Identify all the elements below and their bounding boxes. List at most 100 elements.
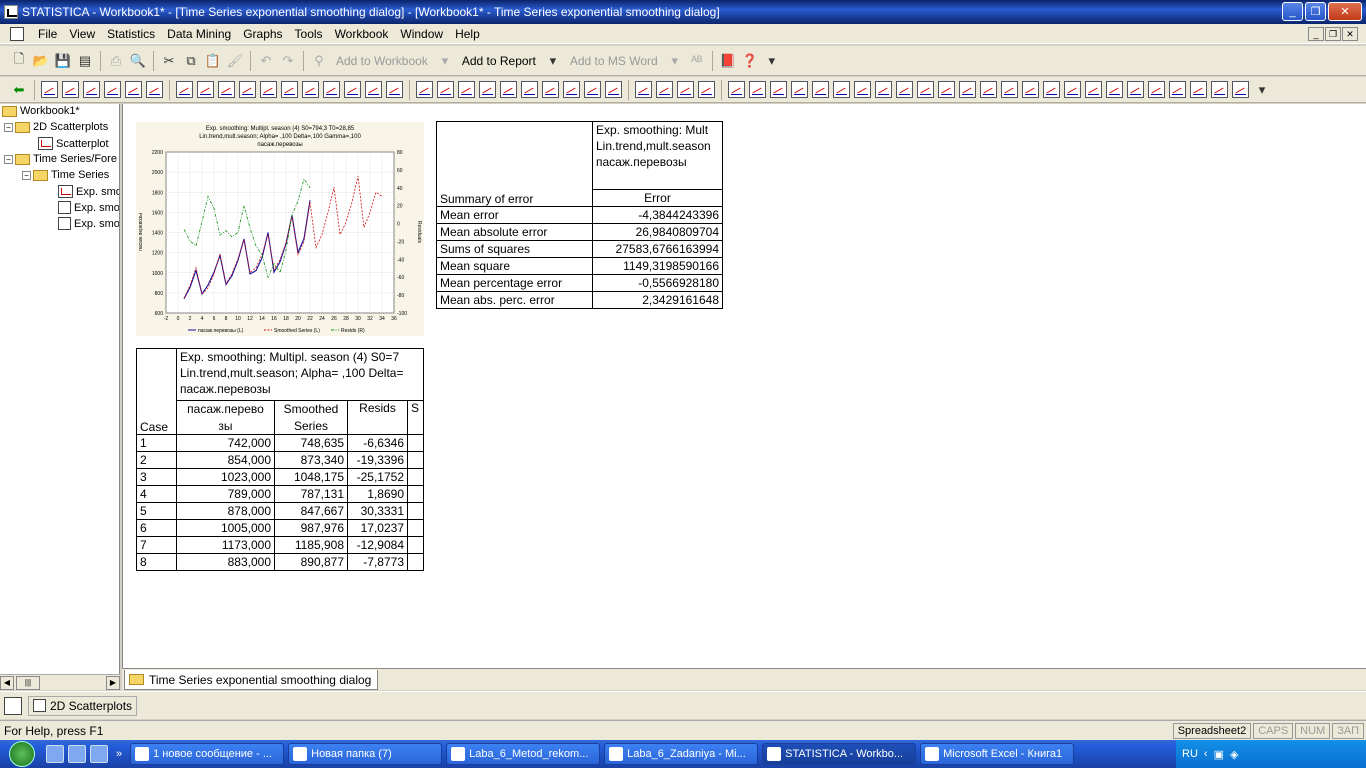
cell-extra[interactable] <box>407 485 424 503</box>
tree-leaf-exp-cases[interactable]: Exp. smo <box>58 217 119 230</box>
media-player-icon[interactable] <box>90 745 108 763</box>
summary-row-value[interactable]: 2,3429161648 <box>592 291 723 309</box>
graph-icon[interactable] <box>281 81 298 98</box>
cell-extra[interactable] <box>407 451 424 469</box>
graph-icon[interactable] <box>1127 81 1144 98</box>
exp-smoothing-graph[interactable]: Exp. smoothing: Multipl. season (4) S0=7… <box>136 122 424 336</box>
help-pointer-icon[interactable]: ❓ <box>741 52 759 70</box>
graph-icon[interactable] <box>386 81 403 98</box>
chevron-down-icon[interactable]: ▾ <box>436 52 454 70</box>
save-icon[interactable]: 💾 <box>54 52 72 70</box>
menu-workbook[interactable]: Workbook <box>329 27 395 41</box>
tree-leaf-scatterplot[interactable]: Scatterplot <box>38 137 109 150</box>
graph-icon[interactable] <box>197 81 214 98</box>
graph-icon[interactable] <box>563 81 580 98</box>
print-preview-icon[interactable]: 🔍 <box>129 52 147 70</box>
minimize-button[interactable]: _ <box>1282 2 1303 21</box>
add-to-msword-button[interactable]: Add to MS Word <box>564 54 664 68</box>
cell-resids[interactable]: -6,6346 <box>347 434 408 452</box>
tab-time-series-dialog[interactable]: Time Series exponential smoothing dialog <box>124 670 379 690</box>
graph-icon[interactable] <box>605 81 622 98</box>
graph-icon[interactable] <box>1190 81 1207 98</box>
cell-extra[interactable] <box>407 502 424 520</box>
graph-icon[interactable] <box>896 81 913 98</box>
cell-passengers[interactable]: 1005,000 <box>176 519 275 537</box>
graph-icon[interactable] <box>791 81 808 98</box>
cell-resids[interactable]: 17,0237 <box>347 519 408 537</box>
cell-passengers[interactable]: 883,000 <box>176 553 275 571</box>
cell-resids[interactable]: -19,3396 <box>347 451 408 469</box>
summary-row-label[interactable]: Sums of squares <box>436 240 593 258</box>
cell-passengers[interactable]: 1023,000 <box>176 468 275 486</box>
graph-icon[interactable] <box>500 81 517 98</box>
case-number[interactable]: 2 <box>136 451 177 469</box>
open-icon[interactable]: 📂 <box>32 52 50 70</box>
graph-icon[interactable] <box>4 696 22 715</box>
graph-icon[interactable] <box>980 81 997 98</box>
graph-icon[interactable] <box>323 81 340 98</box>
summary-row-label[interactable]: Mean absolute error <box>436 223 593 241</box>
taskbar-item-chrome[interactable]: 1 новое сообщение - ... <box>130 743 285 765</box>
col-s[interactable]: S <box>407 400 424 435</box>
cell-passengers[interactable]: 742,000 <box>176 434 275 452</box>
cell-extra[interactable] <box>407 434 424 452</box>
doc-2d-scatterplots[interactable]: 2D Scatterplots <box>28 695 138 716</box>
volume-icon[interactable]: ◈ <box>1230 748 1238 761</box>
menu-help[interactable]: Help <box>449 27 486 41</box>
summary-row-label[interactable]: Mean square <box>436 257 593 275</box>
scroll-thumb[interactable]: ||| <box>16 675 40 690</box>
mdi-restore-button[interactable]: ❐ <box>1325 27 1341 41</box>
case-number[interactable]: 1 <box>136 434 177 452</box>
cell-extra[interactable] <box>407 536 424 554</box>
summary-row-value[interactable]: 1149,3198590166 <box>592 257 723 275</box>
case-number[interactable]: 8 <box>136 553 177 571</box>
graph-icon[interactable] <box>1001 81 1018 98</box>
tree-root[interactable]: Workbook1* <box>2 105 80 117</box>
graph-icon[interactable] <box>302 81 319 98</box>
collapse-icon[interactable]: − <box>4 122 13 132</box>
graph-icon[interactable] <box>104 81 121 98</box>
cell-smoothed[interactable]: 890,877 <box>274 553 348 571</box>
graph-icon[interactable] <box>749 81 766 98</box>
cell-smoothed[interactable]: 1048,175 <box>274 468 348 486</box>
cell-resids[interactable]: -25,1752 <box>347 468 408 486</box>
graph-icon[interactable] <box>728 81 745 98</box>
graph-icon[interactable] <box>833 81 850 98</box>
graph-icon[interactable] <box>1064 81 1081 98</box>
graph-icon[interactable] <box>239 81 256 98</box>
cell-smoothed[interactable]: 847,667 <box>274 502 348 520</box>
graph-icon[interactable] <box>1106 81 1123 98</box>
summary-row-value[interactable]: -0,5566928180 <box>592 274 723 292</box>
graph-icon[interactable] <box>218 81 235 98</box>
graph-icon[interactable] <box>479 81 496 98</box>
chevron-down-icon[interactable]: ▾ <box>1253 81 1271 99</box>
chevron-down-icon[interactable]: ▾ <box>763 52 781 70</box>
quicklaunch-icon[interactable] <box>46 745 64 763</box>
graph-icon[interactable] <box>1148 81 1165 98</box>
cell-smoothed[interactable]: 987,976 <box>274 519 348 537</box>
chevron-right-icon[interactable]: » <box>116 748 122 760</box>
cell-smoothed[interactable]: 787,131 <box>274 485 348 503</box>
tree-node-time-series[interactable]: − Time Series/Fore <box>4 153 117 165</box>
mdi-close-button[interactable]: ✕ <box>1342 27 1358 41</box>
tree-node-time-series-dialog[interactable]: − Time Series <box>22 169 109 181</box>
graph-icon[interactable] <box>1022 81 1039 98</box>
graph-icon[interactable] <box>260 81 277 98</box>
graph-icon[interactable] <box>854 81 871 98</box>
network-icon[interactable]: ▣ <box>1214 748 1224 761</box>
cell-smoothed[interactable]: 1185,908 <box>274 536 348 554</box>
menu-data-mining[interactable]: Data Mining <box>161 27 237 41</box>
graph-icon[interactable] <box>344 81 361 98</box>
taskbar-item-folder[interactable]: Новая папка (7) <box>288 743 443 765</box>
menu-view[interactable]: View <box>63 27 101 41</box>
graph-icon[interactable] <box>1211 81 1228 98</box>
close-button[interactable]: ✕ <box>1328 2 1362 21</box>
summary-row-label[interactable]: Mean abs. perc. error <box>436 291 593 309</box>
cell-passengers[interactable]: 854,000 <box>176 451 275 469</box>
graph-icon[interactable] <box>812 81 829 98</box>
summary-row-value[interactable]: 27583,6766163994 <box>592 240 723 258</box>
mdi-minimize-button[interactable]: _ <box>1308 27 1324 41</box>
tree-horizontal-scrollbar[interactable]: ◀ ||| ▶ <box>0 674 120 690</box>
graph-icon[interactable] <box>1085 81 1102 98</box>
graph-icon[interactable] <box>938 81 955 98</box>
